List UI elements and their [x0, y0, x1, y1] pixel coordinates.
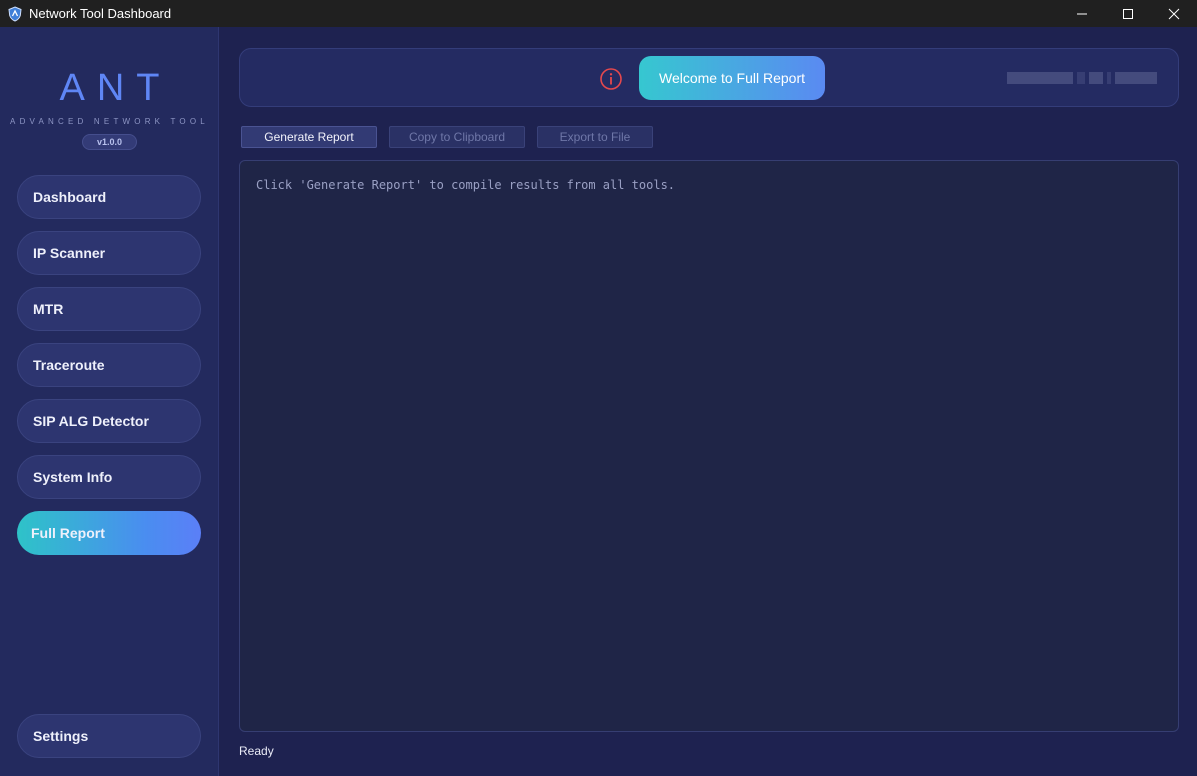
welcome-banner-button[interactable]: Welcome to Full Report: [639, 56, 825, 100]
sidebar-item-settings[interactable]: Settings: [17, 714, 201, 758]
sidebar-item-traceroute[interactable]: Traceroute: [17, 343, 201, 387]
header-panel: Welcome to Full Report: [239, 48, 1179, 107]
app-logo: ANT: [59, 67, 172, 109]
copy-to-clipboard-button[interactable]: Copy to Clipboard: [389, 126, 525, 148]
maximize-button[interactable]: [1105, 0, 1151, 27]
title-bar: Network Tool Dashboard: [0, 0, 1197, 27]
info-icon: [600, 68, 622, 90]
sidebar-item-ip-scanner[interactable]: IP Scanner: [17, 231, 201, 275]
sidebar-item-sip-alg-detector[interactable]: SIP ALG Detector: [17, 399, 201, 443]
app-tagline: ADVANCED NETWORK TOOL: [10, 117, 209, 126]
sidebar: ANT ADVANCED NETWORK TOOL v1.0.0 Dashboa…: [0, 27, 219, 776]
version-badge: v1.0.0: [82, 134, 137, 150]
minimize-button[interactable]: [1059, 0, 1105, 27]
sidebar-item-full-report[interactable]: Full Report: [17, 511, 201, 555]
export-to-file-button[interactable]: Export to File: [537, 126, 653, 148]
maximize-icon: [1123, 8, 1133, 19]
status-text: Ready: [239, 744, 274, 758]
sidebar-item-mtr[interactable]: MTR: [17, 287, 201, 331]
close-icon: [1168, 8, 1180, 19]
sidebar-item-system-info[interactable]: System Info: [17, 455, 201, 499]
report-placeholder-text: Click 'Generate Report' to compile resul…: [256, 178, 676, 192]
generate-report-button[interactable]: Generate Report: [241, 126, 377, 148]
minimize-icon: [1077, 13, 1087, 14]
close-button[interactable]: [1151, 0, 1197, 27]
report-output-area[interactable]: Click 'Generate Report' to compile resul…: [239, 160, 1179, 732]
window-title: Network Tool Dashboard: [29, 6, 172, 21]
redacted-text: [1007, 72, 1157, 84]
sidebar-item-dashboard[interactable]: Dashboard: [17, 175, 201, 219]
shield-icon: [7, 5, 23, 22]
